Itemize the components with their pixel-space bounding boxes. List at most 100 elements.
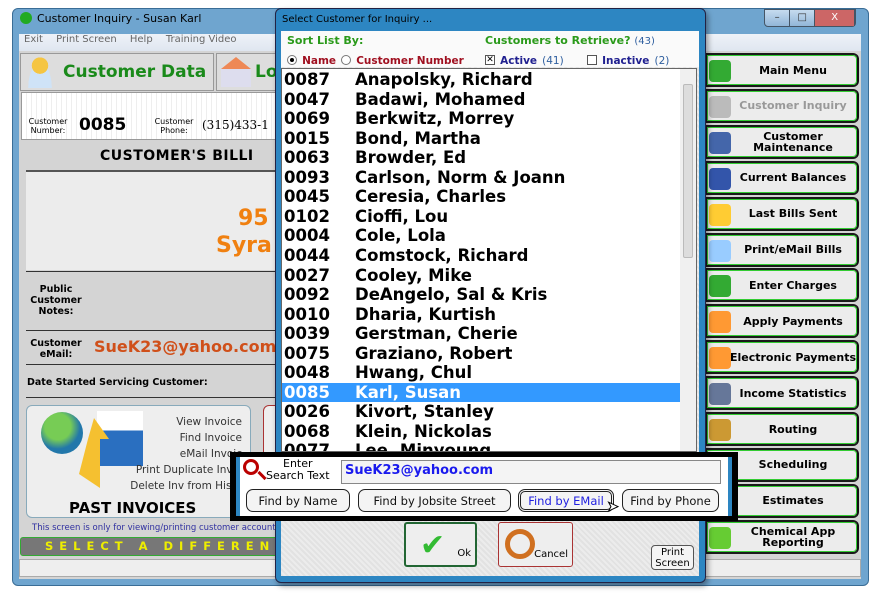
customer-row[interactable]: 0092 DeAngelo, Sal & Kris (282, 285, 681, 305)
sidebar-income-statistics-button[interactable]: Income Statistics (705, 376, 859, 411)
print-duplicate-invoice-link[interactable]: Print Duplicate Invoi (130, 462, 242, 478)
customer-number: 0085 (79, 115, 127, 135)
menu-exit[interactable]: Exit (24, 34, 43, 45)
find-by-phone-button[interactable]: Find by Phone (622, 489, 719, 512)
customer-person-icon (25, 56, 55, 88)
sort-options: Name Customer Number (287, 49, 464, 68)
sidebar-routing-button[interactable]: Routing (705, 412, 859, 446)
active-label[interactable]: Active (500, 55, 537, 67)
dialog-title: Select Customer for Inquiry ... (282, 14, 433, 25)
delete-invoice-link[interactable]: Delete Inv from Histo (130, 478, 242, 494)
customer-header: Customer Number: 0085 Customer Phone: (3… (21, 92, 281, 140)
customer-row[interactable]: 0075 Graziano, Robert (282, 344, 681, 364)
customer-number: 0093 (284, 167, 330, 187)
customer-row[interactable]: 0004 Cole, Lola (282, 226, 681, 246)
customer-number: 0027 (284, 265, 330, 285)
ok-button[interactable]: ✔ Ok (404, 522, 477, 567)
sidebar-customer-maintenance-button[interactable]: Customer Maintenance (705, 124, 859, 159)
tab-location[interactable]: Lo (216, 53, 282, 91)
sidebar-customer-inquiry-button[interactable]: Customer Inquiry (705, 88, 859, 123)
retrieve-label: Customers to Retrieve? (43) (485, 34, 655, 47)
inactive-count: (2) (654, 55, 670, 67)
customer-row[interactable]: 0087 Anapolsky, Richard (282, 70, 681, 90)
customer-number: 0077 (284, 441, 330, 452)
no-sign-icon (505, 529, 535, 559)
sidebar-current-balances-button[interactable]: Current Balances (705, 160, 859, 195)
tab-customer-data[interactable]: Customer Data (20, 53, 214, 91)
past-invoices-panel[interactable]: View Invoice Find Invoice eMail Invoic P… (26, 405, 251, 518)
customer-row[interactable]: 0068 Klein, Nickolas (282, 422, 681, 442)
inactive-checkbox[interactable] (587, 54, 597, 65)
customer-row[interactable]: 0044 Comstock, Richard (282, 246, 681, 266)
cancel-button[interactable]: Cancel (498, 522, 573, 567)
sort-number-radio[interactable] (341, 54, 352, 65)
find-by-email-button[interactable]: Find by EMail (518, 489, 614, 512)
customer-name: Bond, Martha (355, 128, 481, 148)
menu-print-screen[interactable]: Print Screen (56, 34, 117, 45)
sidebar-main-menu-button[interactable]: Main Menu (705, 53, 859, 87)
envelope-icon (709, 239, 731, 262)
sidebar-electronic-payments-button[interactable]: Electronic Payments (705, 340, 859, 375)
menu-help[interactable]: Help (130, 34, 153, 45)
customer-row[interactable]: 0010 Dharia, Kurtish (282, 305, 681, 325)
mouse-cursor-icon: ➤ (607, 499, 620, 516)
customer-row[interactable]: 0085 Karl, Susan (282, 382, 681, 403)
customer-number: 0026 (284, 402, 330, 422)
piggy-card-icon (709, 347, 731, 370)
email-invoice-link[interactable]: eMail Invoic (130, 446, 242, 462)
customer-row[interactable]: 0069 Berkwitz, Morrey (282, 109, 681, 129)
piggy-bank-icon (709, 311, 731, 334)
customer-number: 0010 (284, 304, 330, 324)
sort-name-radio[interactable] (287, 54, 297, 65)
find-by-name-button[interactable]: Find by Name (246, 489, 350, 512)
customer-row[interactable]: 0102 Cioffi, Lou (282, 207, 681, 227)
sidebar-apply-payments-button[interactable]: Apply Payments (705, 304, 859, 339)
select-different-customer-button[interactable]: SELECT A DIFFERENT CUS (20, 537, 282, 556)
sidebar-chemical-app-reporting-button[interactable]: Chemical App Reporting (705, 519, 859, 554)
customer-row[interactable]: 0045 Ceresia, Charles (282, 187, 681, 207)
customer-list[interactable]: 0087 Anapolsky, Richard 0047 Badawi, Mohame… (281, 68, 697, 452)
sort-name-label[interactable]: Name (302, 55, 336, 67)
maximize-button[interactable]: □ (790, 10, 816, 26)
sidebar-last-bills-sent-button[interactable]: Last Bills Sent (705, 196, 859, 231)
find-by-jobsite-street-button[interactable]: Find by Jobsite Street (358, 489, 511, 512)
window-title: Customer Inquiry - Susan Karl (37, 12, 202, 25)
sort-label: Sort List By: (287, 34, 364, 47)
customer-row[interactable]: 0047 Badawi, Mohamed (282, 90, 681, 110)
close-button[interactable]: X (815, 10, 856, 26)
customer-number-label: Customer Number: (28, 117, 68, 135)
customer-row[interactable]: 0039 Gerstman, Cherie (282, 324, 681, 344)
sidebar-enter-charges-button[interactable]: Enter Charges (705, 268, 859, 303)
pot-of-gold-icon (709, 383, 731, 406)
customer-number: 0085 (284, 382, 330, 402)
email-label: Customer eMail: (30, 338, 82, 360)
customer-row[interactable]: 0027 Cooley, Mike (282, 266, 681, 286)
inactive-label[interactable]: Inactive (602, 55, 649, 67)
customer-row[interactable]: 0077 Lee, Minyoung (282, 441, 681, 452)
find-invoice-link[interactable]: Find Invoice (130, 430, 242, 446)
customer-row[interactable]: 0063 Browder, Ed (282, 148, 681, 168)
sidebar-print-email-bills-button[interactable]: Print/eMail Bills (705, 232, 859, 267)
customer-number: 0047 (284, 89, 330, 109)
sort-number-label[interactable]: Customer Number (356, 55, 464, 67)
view-only-notice: This screen is only for viewing/printing… (32, 523, 276, 533)
customer-row[interactable]: 0048 Hwang, Chul (282, 363, 681, 383)
customer-row[interactable]: 0015 Bond, Martha (282, 129, 681, 149)
customer-name: Ceresia, Charles (355, 187, 507, 207)
active-checkbox[interactable]: ✕ (485, 54, 495, 65)
minimize-button[interactable]: – (765, 10, 791, 26)
print-screen-button[interactable]: Print Screen (651, 545, 694, 570)
menu-training-video[interactable]: Training Video (166, 34, 237, 45)
search-input[interactable]: SueK23@yahoo.com (341, 460, 721, 484)
customer-row[interactable]: 0026 Kivort, Stanley (282, 402, 681, 422)
customer-row[interactable]: 0093 Carlson, Norm & Joann (282, 168, 681, 188)
customer-name: Gerstman, Cherie (355, 324, 518, 344)
tools-person-icon (709, 131, 731, 154)
customer-number: 0075 (284, 343, 330, 363)
customer-name: Kivort, Stanley (355, 402, 494, 422)
customer-name: Browder, Ed (355, 148, 467, 168)
customer-name: Dharia, Kurtish (355, 304, 497, 324)
divider (26, 397, 281, 398)
scrollbar-thumb[interactable] (683, 84, 693, 258)
view-invoice-link[interactable]: View Invoice (130, 414, 242, 430)
